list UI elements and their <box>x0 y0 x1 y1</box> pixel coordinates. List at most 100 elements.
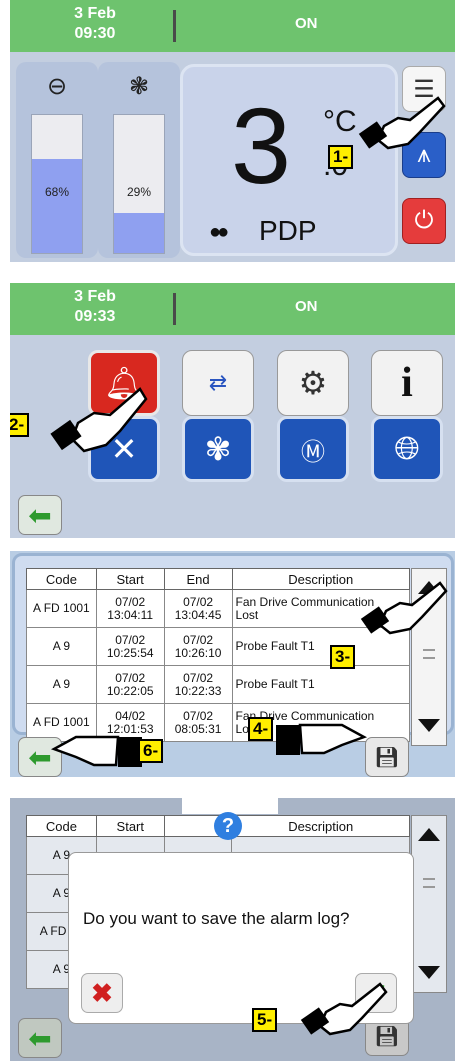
valve-tile[interactable]: Ⓜ <box>277 416 349 482</box>
main-screen-panel: 3 Feb 09:30 ON ⊖ 68% ❃ 29% 3 °C .0 ●● PD… <box>10 0 455 262</box>
pointing-hand-icon <box>358 96 446 150</box>
fan-compressor-tile[interactable]: ✾ <box>182 416 254 482</box>
cell-start: 07/02 10:22:05 <box>95 665 165 704</box>
start-date: 07/02 <box>115 670 146 685</box>
table-row[interactable]: A FD 1001 07/02 13:04:11 07/02 13:04:45 Fa… <box>26 589 411 628</box>
col-end: End <box>163 568 233 590</box>
step-4-label: 4- <box>248 717 274 741</box>
step-1-label: 1- <box>328 145 354 169</box>
pointing-hand-icon <box>300 982 388 1036</box>
refrigeration-tile[interactable]: ⇄ <box>182 350 254 416</box>
cell-code: A 9 <box>26 627 97 666</box>
header-datetime-2: 3 Feb 09:33 <box>50 287 140 327</box>
machine-status: ON <box>295 15 318 32</box>
droplets-icon: ●● <box>209 221 229 243</box>
save-log-button[interactable]: 💾︎ <box>365 737 409 777</box>
cell-end: 07/02 10:22:33 <box>163 665 233 704</box>
fan-bar-fill <box>114 212 164 253</box>
arrow-left-icon: ⬅ <box>28 1022 52 1054</box>
desc-line-1: Probe Fault T1 <box>235 677 315 691</box>
toolbox-icon: ⚙ <box>298 365 328 401</box>
fan-tools-icon: ✾ <box>204 431 232 467</box>
step-5-label: 5- <box>252 1008 278 1032</box>
desc-line-1: Probe Fault T1 <box>235 639 315 653</box>
info-tile[interactable]: i <box>371 350 443 416</box>
end-time: 13:04:45 <box>174 607 222 622</box>
cell-end: 07/02 08:05:31 <box>163 703 233 742</box>
temperature-unit: °C <box>323 105 357 138</box>
machine-status-2: ON <box>295 298 318 315</box>
end-date: 07/02 <box>183 594 214 609</box>
header-date-2: 3 Feb <box>74 288 116 305</box>
cancel-button[interactable]: ✖ <box>81 973 123 1013</box>
start-date: 04/02 <box>115 708 146 723</box>
dialog-question: Do you want to save the alarm log? <box>83 909 350 928</box>
scroll-down-button[interactable] <box>418 719 440 732</box>
scroll-thumb[interactable] <box>423 649 435 659</box>
question-icon: ? <box>214 812 242 840</box>
scroll-up-button <box>418 828 440 841</box>
back-button[interactable]: ⬅ <box>18 495 62 535</box>
col-code: Code <box>26 568 97 590</box>
cell-code: A FD 1001 <box>26 589 97 628</box>
compressor-icon: ⊖ <box>46 73 68 100</box>
header-time: 09:30 <box>74 25 116 42</box>
col-description: Description <box>231 815 410 837</box>
compressor-gauge: ⊖ 68% <box>16 62 98 258</box>
date-region-tile[interactable]: 🌐︎ <box>371 416 443 482</box>
end-date: 07/02 <box>183 670 214 685</box>
status-header-2: 3 Feb 09:33 ON <box>10 283 455 335</box>
back-button: ⬅ <box>18 1018 62 1058</box>
fan-icon: ❃ <box>128 73 150 100</box>
refrigerant-circuit-icon: ⇄ <box>208 370 228 395</box>
arrow-left-icon: ⬅ <box>28 499 52 531</box>
start-date: 07/02 <box>115 632 146 647</box>
table-row[interactable]: A 9 07/02 10:22:05 07/02 10:22:33 Probe Fa… <box>26 665 411 704</box>
col-code: Code <box>26 815 97 837</box>
cell-code: A 9 <box>26 665 97 704</box>
start-time: 10:22:05 <box>106 683 154 698</box>
end-date: 07/02 <box>183 708 214 723</box>
compressor-bar-fill <box>32 159 82 253</box>
temperature-integer: 3 <box>231 85 292 206</box>
end-time: 10:26:10 <box>174 645 222 660</box>
red-x-icon: ✖ <box>91 977 113 1008</box>
scroll-down-button <box>418 966 440 979</box>
end-time: 08:05:31 <box>174 721 222 736</box>
header-divider-2 <box>173 293 176 325</box>
compressor-bar: 68% <box>31 114 83 254</box>
end-date: 07/02 <box>183 632 214 647</box>
maintenance-tile[interactable]: ⚙ <box>277 350 349 416</box>
log-scrollbar <box>411 815 447 993</box>
header-divider <box>173 10 176 42</box>
save-to-usb-icon: 💾︎ <box>374 746 400 769</box>
fan-percent: 29% <box>126 185 152 199</box>
save-dialog-panel: Code Start Description A 9 A 9 A FD 10 A… <box>10 798 455 1061</box>
start-time: 10:25:54 <box>106 645 154 660</box>
header-time-2: 09:33 <box>74 308 116 325</box>
cell-end: 07/02 13:04:45 <box>163 589 233 628</box>
step-3-label: 3- <box>330 645 356 669</box>
fan-bar: 29% <box>113 114 165 254</box>
step-2-label: 2- <box>10 413 30 437</box>
info-icon: i <box>401 360 413 406</box>
cell-start: 07/02 13:04:11 <box>95 589 165 628</box>
calendar-globe-icon: 🌐︎ <box>394 430 420 466</box>
start-time: 13:04:11 <box>107 607 154 622</box>
pointing-hand-icon <box>50 387 148 453</box>
cell-description: Probe Fault T1 <box>231 665 411 704</box>
alarm-log-panel: Code Start End Description A FD 1001 07/… <box>10 551 455 777</box>
col-start: Start <box>95 568 165 590</box>
measurement-mode: PDP <box>259 215 317 246</box>
power-button[interactable]: ⏻ <box>402 198 446 244</box>
menu-screen-panel: 3 Feb 09:33 ON 🔔︎ ⇄ ⚙ i ✕ ✾ Ⓜ 🌐︎ ⬅ 2- <box>10 283 455 538</box>
scroll-thumb <box>423 878 435 888</box>
step-6-label: 6- <box>138 739 164 763</box>
header-date: 3 Feb <box>74 5 116 22</box>
table-header-row: Code Start End Description <box>26 568 411 590</box>
cell-start: 07/02 10:25:54 <box>95 627 165 666</box>
cell-end: 07/02 10:26:10 <box>163 627 233 666</box>
col-start: Start <box>95 815 165 837</box>
pointing-hand-icon <box>50 735 142 767</box>
arrow-left-icon: ⬅ <box>28 741 52 773</box>
